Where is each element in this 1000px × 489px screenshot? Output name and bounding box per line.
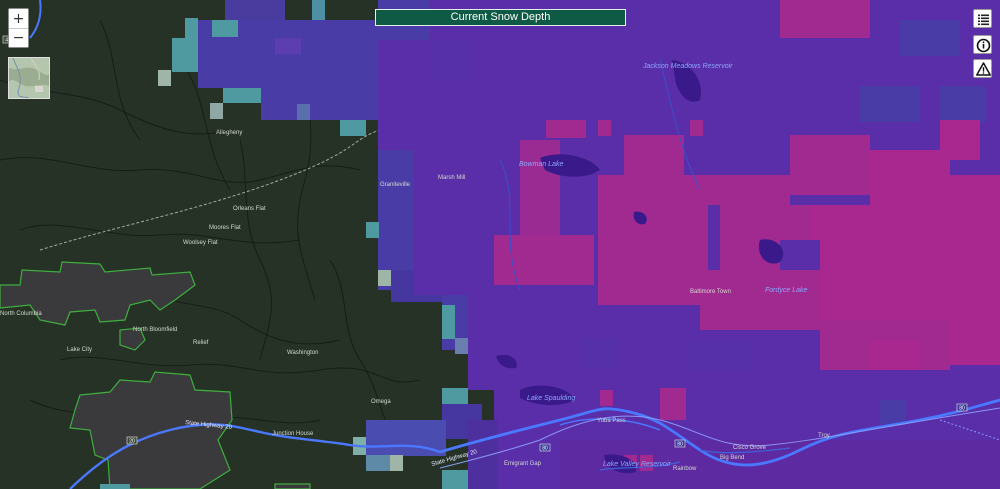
zoom-in-button[interactable]: + xyxy=(9,9,28,28)
place-label: Woolsey Flat xyxy=(183,240,218,246)
shield-label: 80 xyxy=(542,446,548,452)
place-label: Cisco Grove xyxy=(733,445,767,451)
highway-shield-80: 80 xyxy=(539,443,551,452)
place-label: Allegheny xyxy=(216,130,242,136)
zoom-control: + − xyxy=(8,8,29,48)
place-label: Troy xyxy=(818,433,830,439)
place-label: Graniteville xyxy=(380,182,411,188)
warning-icon xyxy=(976,62,991,76)
shield-label: 20 xyxy=(129,439,135,445)
list-icon xyxy=(978,14,989,26)
highway-shield-80: 80 xyxy=(956,403,968,412)
place-label: Junction House xyxy=(272,431,314,437)
place-label: Emigrant Gap xyxy=(504,461,542,467)
place-label: Yuba Pass xyxy=(597,418,626,424)
lake-label: Jackson Meadows Reservoir xyxy=(642,63,733,70)
info-button[interactable] xyxy=(973,35,992,54)
legend-button[interactable] xyxy=(973,9,992,28)
place-label: Baltimore Town xyxy=(690,289,731,295)
highway-shield-20: 20 xyxy=(126,436,138,445)
place-label: Omega xyxy=(371,399,391,405)
place-label: Marsh Mill xyxy=(438,175,465,181)
info-icon xyxy=(976,38,991,53)
lake-label: Lake Valley Reservoir xyxy=(603,461,671,468)
basemap-toggle-button[interactable] xyxy=(8,57,50,99)
alerts-button[interactable] xyxy=(973,59,992,78)
place-label: Moores Flat xyxy=(209,225,241,231)
place-label: North Columbia xyxy=(0,311,42,317)
place-label: Rainbow xyxy=(673,466,697,472)
place-label: Orleans Flat xyxy=(233,206,266,212)
basemap-thumbnail-icon xyxy=(9,58,49,98)
snow-depth-map[interactable]: 49 20 80 80 80 State Highway 20 State Hi… xyxy=(0,0,1000,489)
place-label: Big Bend xyxy=(720,455,744,461)
place-label: North Bloomfield xyxy=(133,327,177,333)
shield-label: 80 xyxy=(677,442,683,448)
zoom-out-button[interactable]: − xyxy=(9,28,28,47)
place-label: Lake City xyxy=(67,347,92,353)
highway-shield-80: 80 xyxy=(674,439,686,448)
place-label: Relief xyxy=(193,340,209,346)
map-title: Current Snow Depth xyxy=(375,9,626,26)
shield-label: 80 xyxy=(959,406,965,412)
place-label: Washington xyxy=(287,350,318,356)
lake-label: Lake Spaulding xyxy=(527,395,575,402)
lake-label: Fordyce Lake xyxy=(765,287,808,294)
lake-label: Bowman Lake xyxy=(519,161,563,168)
